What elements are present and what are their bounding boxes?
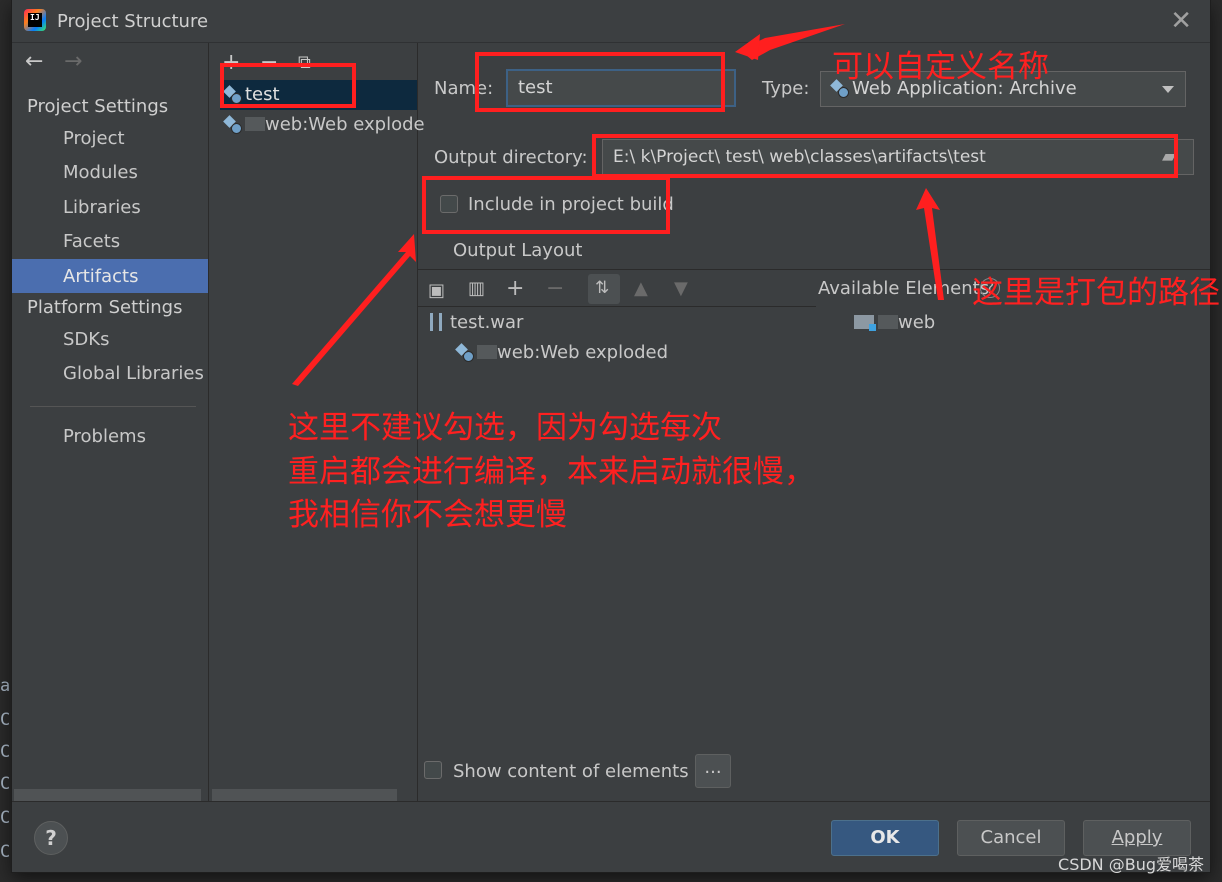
annotation-build-note-1: 这里不建议勾选，因为勾选每次 <box>288 410 722 446</box>
annotation-name-note: 可以自定义名称 <box>832 49 1049 85</box>
annotation-path-note: 这里是打包的路径 <box>972 275 1220 311</box>
annotation-build-note-3: 我相信你不会想更慢 <box>288 497 567 533</box>
arrow-to-path <box>916 188 944 300</box>
watermark: CSDN @Bug爱喝茶 <box>1058 855 1204 874</box>
arrowhead-name <box>735 34 760 60</box>
annotation-build-note-2: 重启都会进行编译，本来启动就很慢， <box>288 454 815 490</box>
arrow-to-include-build <box>292 234 416 386</box>
